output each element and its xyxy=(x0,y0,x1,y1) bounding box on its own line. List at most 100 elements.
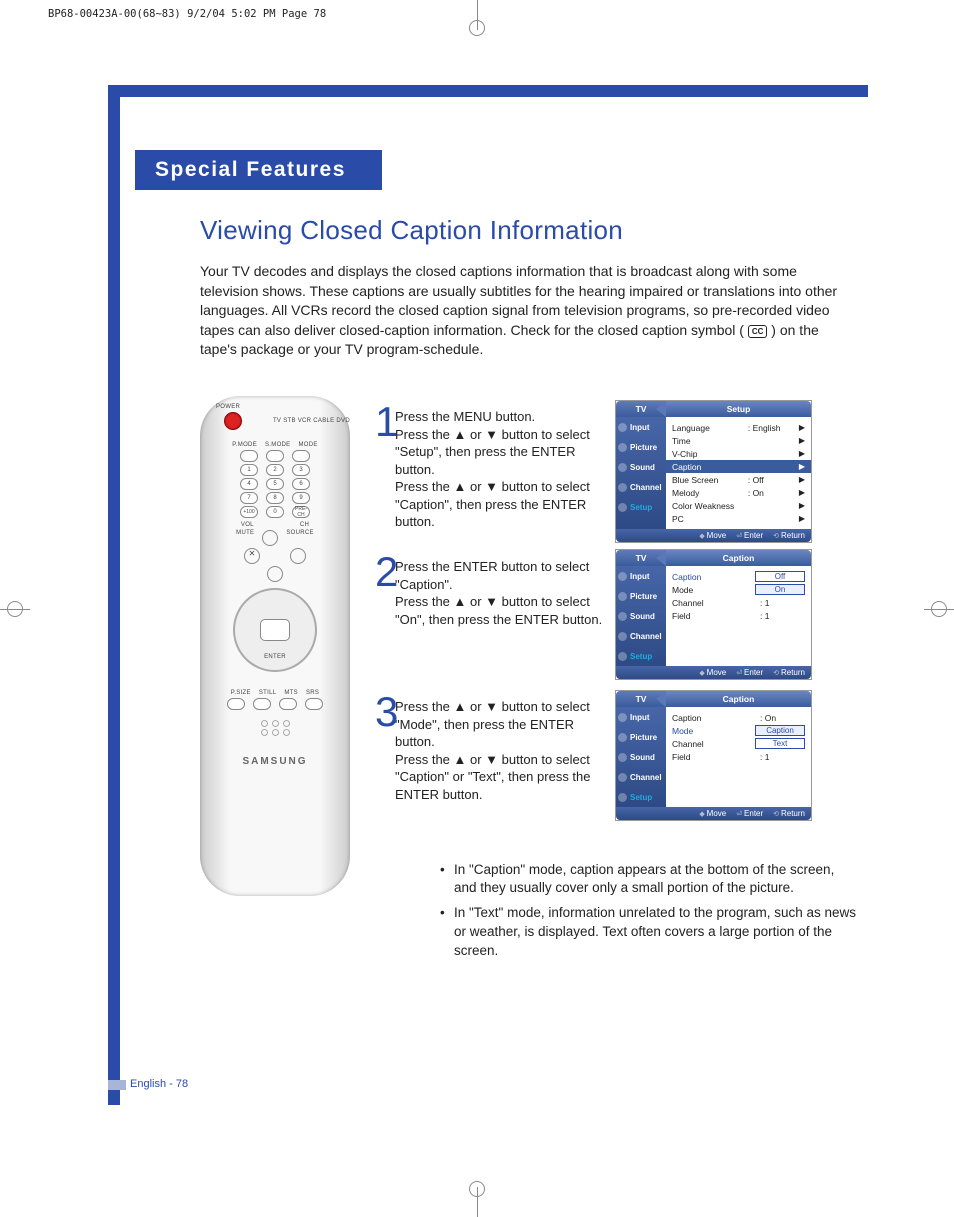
crop-mark-left xyxy=(0,594,30,624)
intro-text-1: Your TV decodes and displays the closed … xyxy=(200,263,837,338)
osd-row-key: Caption xyxy=(672,462,701,472)
osd-main-3: Caption: OnModeCaptionChannelTextField: … xyxy=(666,707,811,807)
osd-row: Mode Caption xyxy=(672,724,805,737)
osd-row-key: Caption xyxy=(672,572,701,582)
osd-main-1: Language: English▶ Time ▶ V-Chip ▶ Caption ▶ Bl… xyxy=(666,417,811,529)
dot-icon xyxy=(272,720,279,727)
osd-row-value: Caption xyxy=(755,725,805,736)
step-text: Press the ENTER button to select "Captio… xyxy=(395,558,605,628)
osd-row-value: : 1 xyxy=(760,752,805,762)
osd-row-key: Caption xyxy=(672,713,701,723)
num-1: 1 xyxy=(240,464,258,476)
osd-row-key: Blue Screen xyxy=(672,475,718,485)
num-3: 3 xyxy=(292,464,310,476)
remote-btn xyxy=(292,450,310,462)
note-item: In "Caption" mode, caption appears at th… xyxy=(440,861,860,899)
osd-row-key: Time xyxy=(672,436,691,446)
ch-label: CH xyxy=(300,522,309,528)
osd-row-value: : Off xyxy=(748,475,793,485)
dot-icon xyxy=(261,720,268,727)
prech: PRE-CH xyxy=(292,506,310,518)
osd-row-key: Melody xyxy=(672,488,699,498)
step-2: 2 Press the ENTER button to select "Capt… xyxy=(395,558,605,628)
crop-mark-top xyxy=(457,0,497,30)
osd-row-key: Language xyxy=(672,423,710,433)
osd-sidebar: Input Picture Sound Channel Setup xyxy=(616,417,666,529)
source-label: SOURCE xyxy=(286,530,313,546)
osd-side-picture: Picture xyxy=(616,727,666,747)
nav-down-icon xyxy=(267,566,283,582)
osd-row: Language: English▶ xyxy=(672,421,805,434)
dot-icon xyxy=(272,729,279,736)
osd-side-picture: Picture xyxy=(616,586,666,606)
osd-row: Field: 1 xyxy=(672,750,805,763)
osd-main-2: Caption Off Mode OnChannel: 1 Field : 1 xyxy=(666,566,811,666)
osd-foot-move: Move xyxy=(699,668,726,677)
nav-up-icon xyxy=(262,530,278,546)
osd-row: Channel: 1 xyxy=(672,596,805,609)
page-border-left xyxy=(108,85,120,1105)
osd-row-key: Mode xyxy=(672,726,693,736)
spacer xyxy=(268,548,282,558)
still-label: STILL xyxy=(259,690,277,696)
mode-label: MODE xyxy=(298,442,317,448)
osd-row: Caption ▶ xyxy=(666,460,811,473)
osd-row: V-Chip ▶ xyxy=(672,447,805,460)
osd-row-key: Field xyxy=(672,611,690,621)
cc-icon: CC xyxy=(748,325,768,338)
osd-row: Caption: On xyxy=(672,711,805,724)
osd-side-input: Input xyxy=(616,707,666,727)
osd-foot-return: Return xyxy=(773,531,805,540)
osd-title: Setup xyxy=(666,401,811,417)
arrow-right-icon: ▶ xyxy=(799,449,805,458)
remote-btn xyxy=(266,450,284,462)
note-item: In "Text" mode, information unrelated to… xyxy=(440,904,860,961)
arrow-right-icon: ▶ xyxy=(799,423,805,432)
osd-side-sound: Sound xyxy=(616,606,666,626)
osd-row-key: PC xyxy=(672,514,684,524)
osd-row: Blue Screen: Off▶ xyxy=(672,473,805,486)
osd-row-key: V-Chip xyxy=(672,449,698,459)
osd-foot-enter: Enter xyxy=(736,668,763,677)
pmode-label: P.MODE xyxy=(232,442,257,448)
remote-illustration: POWER TV STB VCR CABLE DVD P.MODE S.MODE… xyxy=(200,396,350,896)
step-text: Press the ▲ or ▼ button to select "Mode"… xyxy=(395,698,605,803)
vol-label: VOL xyxy=(241,522,254,528)
osd-row-value: : 1 xyxy=(760,598,805,608)
smode-label: S.MODE xyxy=(265,442,290,448)
power-button-icon xyxy=(224,412,242,430)
num-8: 8 xyxy=(266,492,284,504)
osd-side-input: Input xyxy=(616,417,666,437)
arrow-right-icon: ▶ xyxy=(799,501,805,510)
step-number: 2 xyxy=(375,544,398,601)
mode-row-label: TV STB VCR CABLE DVD xyxy=(273,418,350,424)
step-number: 1 xyxy=(375,394,398,451)
num-5: 5 xyxy=(266,478,284,490)
arrow-right-icon: ▶ xyxy=(799,462,805,471)
step-3: 3 Press the ▲ or ▼ button to select "Mod… xyxy=(395,698,605,803)
num-2: 2 xyxy=(266,464,284,476)
osd-title: Caption xyxy=(666,691,811,707)
prech-label: PRE-CH xyxy=(293,506,309,518)
step-number: 3 xyxy=(375,684,398,741)
osd-row-key: Mode xyxy=(672,585,693,595)
osd-row: Field : 1 xyxy=(672,609,805,622)
osd-row-value: On xyxy=(755,584,805,595)
page-border-top xyxy=(108,85,868,97)
notes-list: In "Caption" mode, caption appears at th… xyxy=(400,861,860,967)
num-9: 9 xyxy=(292,492,310,504)
num-6: 6 xyxy=(292,478,310,490)
dot-icon xyxy=(261,729,268,736)
osd-side-setup: Setup xyxy=(616,787,666,807)
osd-side-setup: Setup xyxy=(616,646,666,666)
osd-row-value: : 1 xyxy=(760,611,805,621)
osd-sidebar: Input Picture Sound Channel Setup xyxy=(616,566,666,666)
osd-footer: Move Enter Return xyxy=(616,666,811,679)
osd-row: Caption Off xyxy=(672,570,805,583)
osd-panel-3: TV Caption Input Picture Sound Channel S… xyxy=(615,690,812,821)
osd-row-value: Off xyxy=(755,571,805,582)
mute-icon: ✕ xyxy=(244,548,260,564)
remote-btn xyxy=(253,698,271,710)
osd-row: Melody: On▶ xyxy=(672,486,805,499)
osd-side-setup: Setup xyxy=(616,497,666,517)
